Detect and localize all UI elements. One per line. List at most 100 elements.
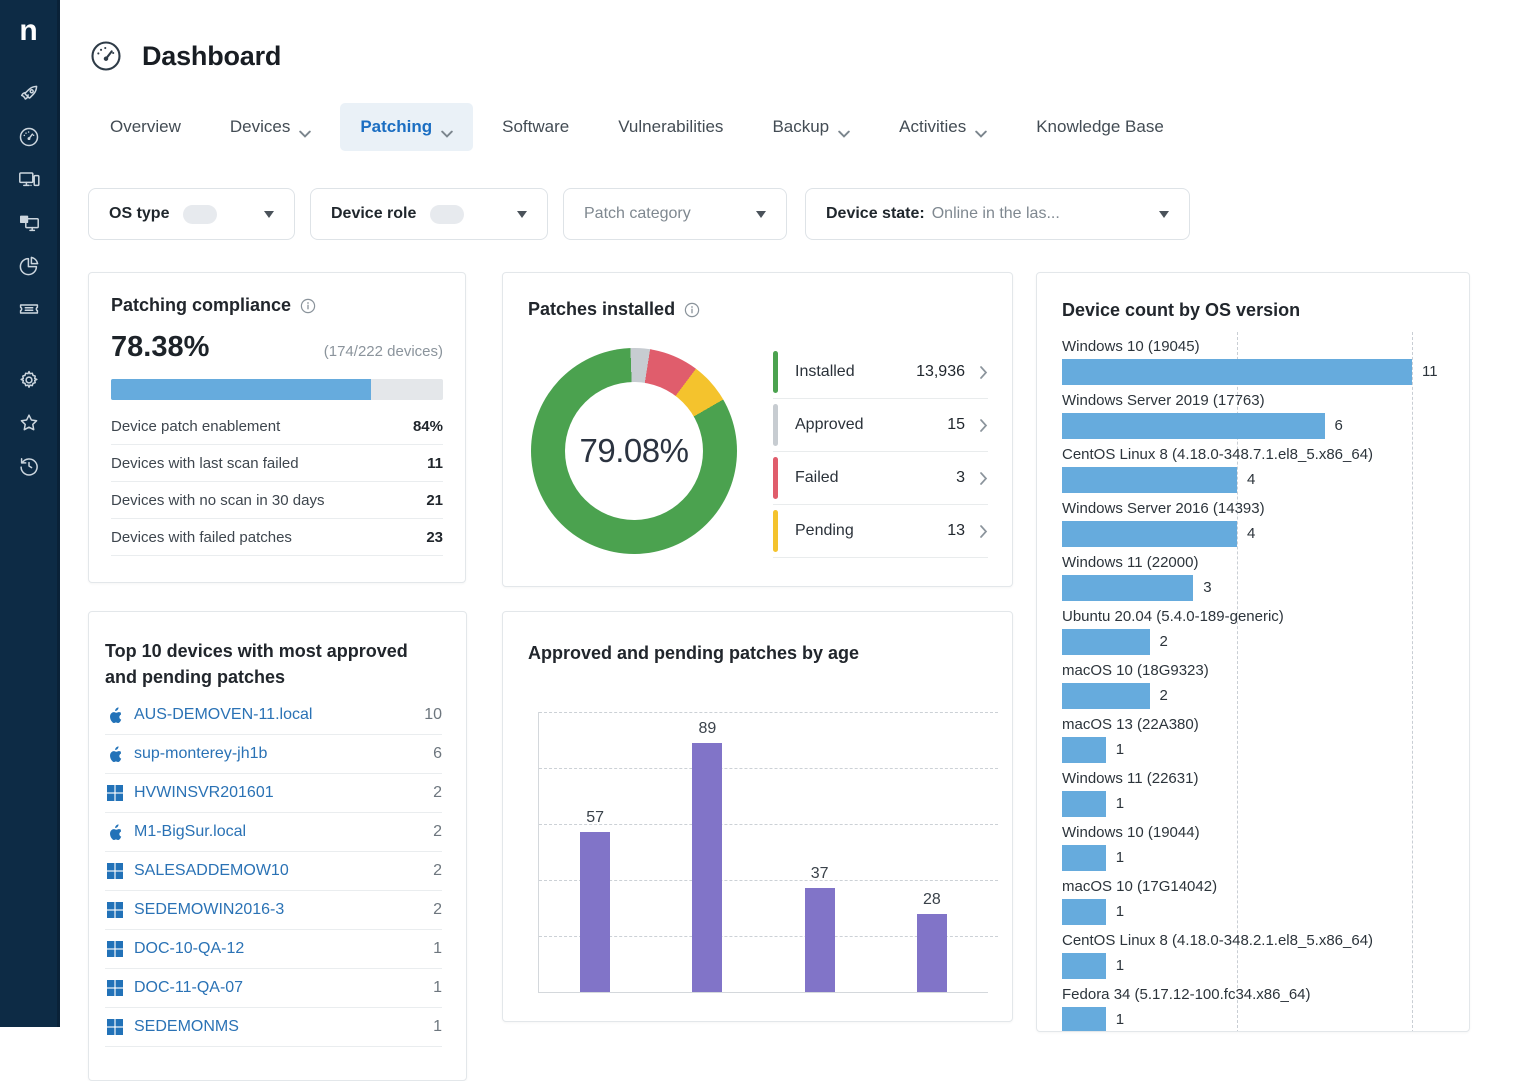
- os-bar-line: 4: [1062, 466, 1444, 493]
- card-title-text: Device count by OS version: [1062, 300, 1300, 321]
- age-bar-value: 37: [811, 865, 829, 883]
- os-bar-line: 1: [1062, 952, 1444, 979]
- devices-icon[interactable]: [17, 168, 41, 192]
- device-patch-count: 2: [433, 784, 442, 802]
- tab-vulnerabilities[interactable]: Vulnerabilities: [598, 103, 743, 151]
- age-bar-value: 57: [586, 809, 604, 827]
- os-bar: [1062, 575, 1193, 601]
- metric-value: 21: [426, 492, 443, 509]
- filter-label: Device state:: [826, 205, 925, 223]
- os-bar-value: 6: [1335, 417, 1343, 434]
- os-bar-value: 1: [1116, 903, 1124, 920]
- device-row: HVWINSVR201601 2: [105, 774, 442, 813]
- device-patch-count: 1: [433, 979, 442, 997]
- chevron-down-icon: [441, 123, 453, 131]
- rocket-icon[interactable]: [17, 82, 41, 106]
- os-bar: [1062, 521, 1237, 547]
- os-bar-row: macOS 10 (18G9323) 2: [1062, 662, 1444, 709]
- donut-center-percent: 79.08%: [580, 432, 689, 470]
- dashboard-gauge-icon[interactable]: [17, 125, 41, 149]
- os-bar: [1062, 899, 1106, 925]
- os-bar-row: CentOS Linux 8 (4.18.0-348.7.1.el8_5.x86…: [1062, 446, 1444, 493]
- ticketing-icon[interactable]: [17, 297, 41, 321]
- windows-icon: [107, 941, 123, 957]
- windows-icon: [107, 902, 123, 918]
- tab-label: Overview: [110, 117, 181, 137]
- os-bar-row: Windows 11 (22000) 3: [1062, 554, 1444, 601]
- device-role-filter[interactable]: Device role: [310, 188, 548, 240]
- os-bar-row: macOS 13 (22A380) 1: [1062, 716, 1444, 763]
- os-version-chart: Windows 10 (19045) 11 Windows Server 201…: [1062, 338, 1444, 1032]
- tab-patching[interactable]: Patching: [340, 103, 473, 151]
- os-type-filter[interactable]: OS type: [88, 188, 295, 240]
- patch-category-filter[interactable]: Patch category: [563, 188, 787, 240]
- os-bar-label: Windows 11 (22631): [1062, 770, 1444, 787]
- device-link[interactable]: sup-monterey-jh1b: [134, 745, 267, 763]
- os-bar-line: 2: [1062, 682, 1444, 709]
- compliance-metrics: Device patch enablement 84% Devices with…: [111, 408, 443, 556]
- metric-value: 23: [426, 529, 443, 546]
- patches-by-age-chart: 57 89 37 28: [538, 712, 988, 993]
- age-bar-column: 28: [876, 712, 988, 992]
- card-title-text: Top 10 devices with most approved and pe…: [105, 638, 442, 690]
- os-bar-line: 1: [1062, 790, 1444, 817]
- device-link[interactable]: SEDEMOWIN2016-3: [134, 901, 284, 919]
- tab-software[interactable]: Software: [482, 103, 589, 151]
- device-link[interactable]: DOC-10-QA-12: [134, 940, 244, 958]
- metric-row: Devices with last scan failed 11: [111, 445, 443, 482]
- age-bar: [805, 888, 835, 992]
- tab-backup[interactable]: Backup: [752, 103, 870, 151]
- legend-value: 3: [956, 469, 965, 487]
- sidebar-icons: [17, 82, 41, 478]
- device-link[interactable]: AUS-DEMOVEN-11.local: [134, 706, 312, 724]
- os-bar: [1062, 1007, 1106, 1033]
- legend-item-failed[interactable]: Failed 3: [773, 452, 988, 505]
- device-link[interactable]: HVWINSVR201601: [134, 784, 274, 802]
- device-link[interactable]: SEDEMONMS: [134, 1018, 239, 1036]
- age-bar-value: 28: [923, 891, 941, 909]
- legend-item-approved[interactable]: Approved 15: [773, 399, 988, 452]
- age-bar: [917, 914, 947, 992]
- metric-row: Device patch enablement 84%: [111, 408, 443, 445]
- info-icon[interactable]: [300, 298, 316, 314]
- tab-label: Devices: [230, 117, 290, 137]
- legend-item-pending[interactable]: Pending 13: [773, 505, 988, 558]
- tab-activities[interactable]: Activities: [879, 103, 1007, 151]
- os-bar-line: 1: [1062, 736, 1444, 763]
- age-bar-value: 89: [698, 720, 716, 738]
- card-title-text: Patching compliance: [111, 295, 291, 316]
- os-bar-label: Ubuntu 20.04 (5.4.0-189-generic): [1062, 608, 1444, 625]
- tab-label: Knowledge Base: [1036, 117, 1164, 137]
- os-bar-line: 2: [1062, 628, 1444, 655]
- device-link[interactable]: M1-BigSur.local: [134, 823, 246, 841]
- age-bar-column: 89: [651, 712, 763, 992]
- tab-label: Vulnerabilities: [618, 117, 723, 137]
- card-title: Patching compliance: [111, 295, 443, 316]
- tab-devices[interactable]: Devices: [210, 103, 331, 151]
- legend-item-installed[interactable]: Installed 13,936: [773, 346, 988, 399]
- os-bar-label: Windows 10 (19044): [1062, 824, 1444, 841]
- patches-donut-chart: 79.08%: [531, 348, 737, 554]
- chevron-right-icon: [980, 366, 988, 379]
- os-bar-line: 11: [1062, 358, 1444, 385]
- reports-pie-icon[interactable]: [17, 254, 41, 278]
- chevron-down-icon: [975, 123, 987, 131]
- device-link[interactable]: SALESADDEMOW10: [134, 862, 289, 880]
- card-title: Approved and pending patches by age: [528, 643, 859, 664]
- info-icon[interactable]: [684, 302, 700, 318]
- device-state-filter[interactable]: Device state: Online in the las...: [805, 188, 1190, 240]
- chevron-down-icon: [838, 123, 850, 131]
- remote-screens-icon[interactable]: [17, 211, 41, 235]
- favorites-star-icon[interactable]: [17, 411, 41, 435]
- history-icon[interactable]: [17, 454, 41, 478]
- brand-logo[interactable]: n: [19, 16, 37, 46]
- device-row: DOC-11-QA-07 1: [105, 969, 442, 1008]
- os-bar: [1062, 629, 1150, 655]
- tab-overview[interactable]: Overview: [90, 103, 201, 151]
- tab-knowledge-base[interactable]: Knowledge Base: [1016, 103, 1184, 151]
- settings-gear-icon[interactable]: [17, 368, 41, 392]
- device-link[interactable]: DOC-11-QA-07: [134, 979, 243, 997]
- legend-color-bar: [773, 404, 778, 446]
- filter-label: OS type: [109, 205, 169, 223]
- metric-label: Devices with no scan in 30 days: [111, 492, 324, 509]
